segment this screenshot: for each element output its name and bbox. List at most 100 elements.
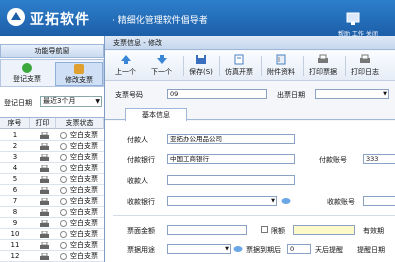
slogan: · 精细化管理软件倡导者 [112,16,208,26]
row-select-radio[interactable] [60,143,67,150]
table-row[interactable]: 4 空白支票 [0,163,104,174]
monitor-icon[interactable] [346,12,360,26]
attachment-icon [276,54,286,65]
tab-basic-info[interactable]: 基本信息 [125,108,187,121]
section-divider [113,215,395,216]
printer-icon[interactable] [40,253,49,260]
purpose-select[interactable]: ▼ [167,244,231,254]
arrow-down-icon [156,55,167,64]
row-number: 5 [12,175,18,183]
payee-bank-select[interactable]: ▼ [167,196,277,206]
toolbar-separator [303,56,304,76]
payee-account-input[interactable] [363,196,395,206]
row-select-radio[interactable] [60,242,67,249]
toolbar-separator [345,56,346,76]
table-row[interactable]: 9 空白支票 [0,218,104,229]
edit-cheque-button[interactable]: 修改支票 [55,62,103,86]
printer-icon[interactable] [40,209,49,216]
printer-icon[interactable] [40,242,49,249]
table-row[interactable]: 8 空白支票 [0,207,104,218]
printer-icon[interactable] [40,220,49,227]
payer-input[interactable]: 亚拓办公用品公司 [167,134,295,144]
row-number: 3 [12,153,18,161]
table-row[interactable]: 3 空白支票 [0,152,104,163]
row-select-radio[interactable] [60,154,67,161]
printer-icon[interactable] [40,187,49,194]
edit-icon [74,64,84,74]
row-number: 7 [12,197,18,205]
row-status: 空白支票 [70,230,98,238]
tab-strip: 基本信息 [105,106,395,121]
row-number: 6 [12,186,18,194]
row-status: 空白支票 [70,142,98,150]
payer-account-input[interactable]: 333 [363,154,395,164]
limit-checkbox[interactable] [261,226,268,233]
prev-button[interactable]: 上一个 [115,54,136,78]
limit-input[interactable] [293,225,355,235]
simulate-issue-button[interactable]: 仿真开票 [225,54,253,78]
payer-label: 付款人 [127,136,148,144]
top-banner: 亚拓软件 · 精细化管理软件倡导者 帮助 工作 关闭 [0,0,395,38]
cheque-no-input[interactable]: 09 [167,89,267,99]
due-label: 票据到期后 [246,246,281,254]
table-row[interactable]: 7 空白支票 [0,196,104,207]
amount-input[interactable] [167,225,247,235]
save-button[interactable]: 保存(S) [189,54,213,78]
amount-label: 票面金额 [127,227,155,235]
grid-header-no[interactable]: 序号 [0,118,30,129]
printer-icon[interactable] [40,198,49,205]
row-status: 空白支票 [70,153,98,161]
payer-bank-input[interactable]: 中国工商银行 [167,154,295,164]
printer-icon[interactable] [40,165,49,172]
row-select-radio[interactable] [60,187,67,194]
grid-header-print[interactable]: 打印 [30,118,56,129]
purpose-lookup-icon[interactable] [233,244,243,254]
date-filter-label: 登记日期 [4,99,32,107]
bank-lookup-icon[interactable] [281,196,291,206]
grid-header-status[interactable]: 支票状态 [56,118,104,129]
table-row[interactable]: 12 空白支票 [0,251,104,262]
row-select-radio[interactable] [60,209,67,216]
printer-icon [318,54,328,63]
date-filter-select[interactable]: 最近3个月 ▼ [40,96,102,107]
row-select-radio[interactable] [60,198,67,205]
printer-icon[interactable] [40,154,49,161]
toolbar-separator [261,56,262,76]
printer-icon[interactable] [40,176,49,183]
edit-cheque-label: 修改支票 [65,76,93,84]
payer-bank-label: 付款银行 [127,156,155,164]
table-row[interactable]: 11 空白支票 [0,240,104,251]
issue-date-input[interactable]: ▼ [315,89,389,99]
printer-icon[interactable] [40,231,49,238]
row-select-radio[interactable] [60,220,67,227]
row-select-radio[interactable] [60,231,67,238]
date-filter-value: 最近3个月 [43,97,76,105]
row-select-radio[interactable] [60,165,67,172]
printer-icon[interactable] [40,143,49,150]
payee-input[interactable] [167,175,295,185]
table-row[interactable]: 1 空白支票 [0,130,104,141]
register-cheque-button[interactable]: 登记支票 [3,62,51,86]
attachments-button[interactable]: 附件资料 [267,54,295,78]
cheque-no-label: 支票号码 [115,91,143,99]
print-ticket-button[interactable]: 打印票据 [309,54,337,78]
table-row[interactable]: 5 空白支票 [0,174,104,185]
row-number: 9 [12,219,18,227]
row-number: 10 [10,230,20,238]
dialog-toolbar: 上一个 下一个 保存(S) 仿真开票 附件资料 打印票据 打印日志 [105,51,395,81]
due-days-input[interactable]: 0 [287,244,311,254]
printer-icon[interactable] [40,132,49,139]
table-row[interactable]: 2 空白支票 [0,141,104,152]
purpose-label: 票据用途 [127,246,155,254]
basic-info-panel: 付款人 亚拓办公用品公司 付款银行 中国工商银行 付款账号 333 收款人 收款… [105,121,395,262]
next-button[interactable]: 下一个 [151,54,172,78]
table-row[interactable]: 10 空白支票 [0,229,104,240]
payee-bank-label: 收款银行 [127,198,155,206]
row-select-radio[interactable] [60,176,67,183]
table-row[interactable]: 6 空白支票 [0,185,104,196]
payer-account-label: 付款账号 [319,156,347,164]
row-select-radio[interactable] [60,132,67,139]
print-log-button[interactable]: 打印日志 [351,54,379,78]
toolbar-separator [219,56,220,76]
row-select-radio[interactable] [60,253,67,260]
